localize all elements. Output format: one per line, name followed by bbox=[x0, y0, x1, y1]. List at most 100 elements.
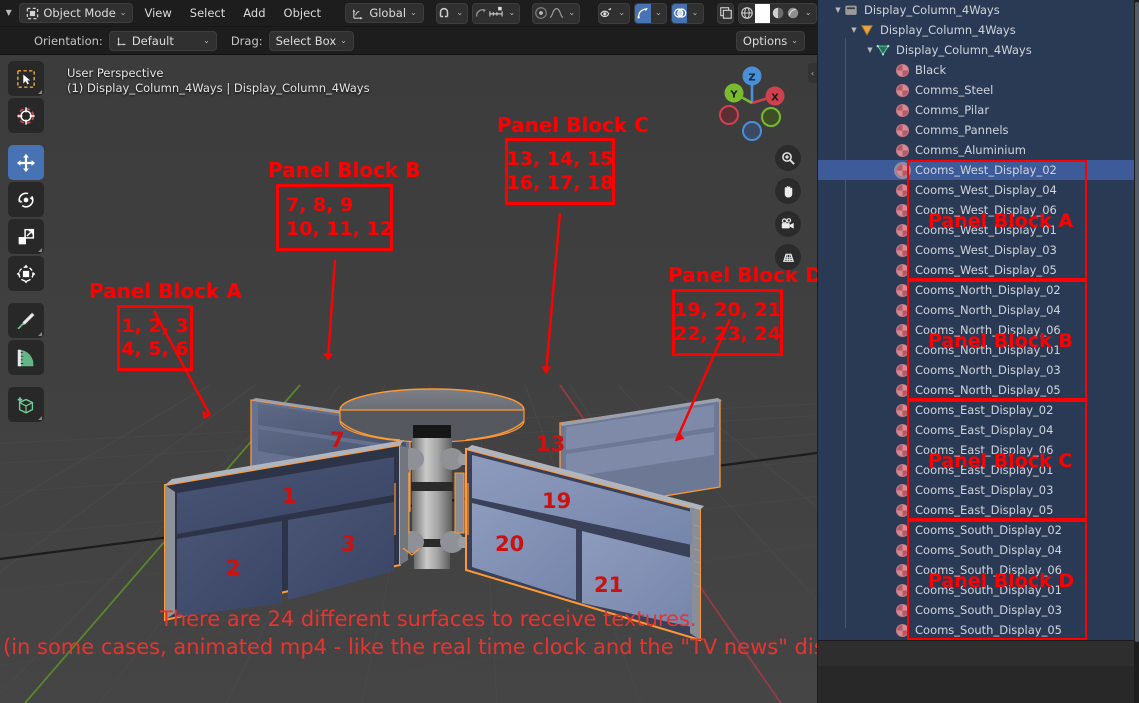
menu-object[interactable]: Object bbox=[277, 4, 328, 22]
outliner-material-2[interactable]: Comms_Pilar bbox=[818, 100, 1134, 120]
menu-select[interactable]: Select bbox=[183, 4, 232, 22]
snap-with-group[interactable]: ⌄ bbox=[472, 2, 521, 24]
outliner-panel[interactable]: ▼ Display_Column_4Ways ▼ Display_Column_4Wa… bbox=[818, 0, 1139, 703]
outliner-material-15[interactable]: Cooms_North_Display_03 bbox=[818, 360, 1134, 380]
object-mode-dropdown[interactable]: Object Mode ⌄ bbox=[19, 3, 134, 23]
display-column-model[interactable] bbox=[0, 55, 817, 703]
outliner-material-20[interactable]: Cooms_East_Display_01 bbox=[818, 460, 1134, 480]
navigation-gizmo[interactable]: Y X Z bbox=[709, 60, 795, 146]
shading-chevron-icon[interactable]: ⌄ bbox=[801, 4, 816, 23]
rotate-tool[interactable] bbox=[8, 182, 44, 217]
outliner-material-6[interactable]: Cooms_West_Display_04 bbox=[818, 180, 1134, 200]
overlays-icon[interactable] bbox=[671, 3, 688, 23]
outliner-object[interactable]: ▼ Display_Column_4Ways bbox=[818, 20, 1134, 40]
gizmo-group[interactable]: ⌄ bbox=[634, 2, 667, 24]
sidebar-collapse-arrow-icon[interactable]: ‹ bbox=[808, 63, 817, 83]
snap-group[interactable]: ⌄ bbox=[435, 2, 469, 24]
editor-type-icon[interactable]: ▼ bbox=[2, 3, 15, 23]
outliner-material-23[interactable]: Cooms_South_Display_02 bbox=[818, 520, 1134, 540]
visibility-group[interactable]: ⌄ bbox=[597, 2, 631, 24]
outliner-material-4[interactable]: Comms_Aluminium bbox=[818, 140, 1134, 160]
overlays-chevron-icon[interactable]: ⌄ bbox=[687, 4, 702, 23]
disclosure-triangle-icon[interactable]: ▼ bbox=[864, 46, 876, 54]
outliner-material-12[interactable]: Cooms_North_Display_04 bbox=[818, 300, 1134, 320]
annotate-tool[interactable] bbox=[8, 303, 44, 338]
outliner-mesh[interactable]: ▼ Display_Column_4Ways bbox=[818, 40, 1134, 60]
transform-orientation-dropdown[interactable]: Global ⌄ bbox=[345, 3, 424, 23]
outliner-material-8[interactable]: Cooms_West_Display_01 bbox=[818, 220, 1134, 240]
outliner-material-21[interactable]: Cooms_East_Display_03 bbox=[818, 480, 1134, 500]
outliner-bottom-strip bbox=[818, 640, 1139, 666]
outliner-material-18[interactable]: Cooms_East_Display_04 bbox=[818, 420, 1134, 440]
viewport-3d[interactable]: 1 2 3 7 13 19 20 21 Panel Block A 1, 2, … bbox=[0, 55, 817, 703]
outliner-scene-collection[interactable]: ▼ Display_Column_4Ways bbox=[818, 0, 1134, 20]
outliner-material-17[interactable]: Cooms_East_Display_02 bbox=[818, 400, 1134, 420]
measure-tool[interactable] bbox=[8, 340, 44, 375]
shading-wireframe-icon[interactable] bbox=[739, 4, 754, 23]
outliner-material-9[interactable]: Cooms_West_Display_03 bbox=[818, 240, 1134, 260]
zoom-icon[interactable] bbox=[775, 145, 801, 171]
snap-magnet-icon[interactable] bbox=[437, 4, 452, 23]
scale-tool[interactable] bbox=[8, 219, 44, 254]
shading-solid-icon[interactable] bbox=[754, 3, 770, 23]
outliner-material-22[interactable]: Cooms_East_Display_05 bbox=[818, 500, 1134, 520]
gizmo-icon[interactable] bbox=[635, 3, 651, 23]
orientation-dropdown[interactable]: Default ⌄ bbox=[108, 30, 217, 51]
gizmo-chevron-icon[interactable]: ⌄ bbox=[651, 4, 666, 23]
outliner-material-5[interactable]: Cooms_West_Display_02 bbox=[818, 160, 1134, 180]
snap-with-chevron-icon[interactable]: ⌄ bbox=[504, 4, 519, 23]
outliner-material-14[interactable]: Cooms_North_Display_01 bbox=[818, 340, 1134, 360]
cursor-tool[interactable] bbox=[8, 98, 44, 133]
perspective-toggle-icon[interactable] bbox=[775, 244, 801, 270]
outliner-material-26[interactable]: Cooms_South_Display_01 bbox=[818, 580, 1134, 600]
move-tool[interactable] bbox=[8, 145, 44, 180]
viewport-toolbar[interactable] bbox=[8, 61, 44, 422]
material-icon bbox=[896, 603, 909, 617]
proportional-edit-icon[interactable] bbox=[533, 4, 548, 23]
shading-material-icon[interactable] bbox=[770, 4, 785, 23]
camera-view-icon[interactable] bbox=[775, 211, 801, 237]
outliner-material-11[interactable]: Cooms_North_Display_02 bbox=[818, 280, 1134, 300]
drag-dropdown[interactable]: Select Box ⌄ bbox=[268, 30, 354, 51]
outliner-scrollbar[interactable] bbox=[1134, 0, 1139, 703]
snap-chevron-down-icon[interactable]: ⌄ bbox=[452, 4, 467, 23]
add-cube-tool[interactable] bbox=[8, 387, 44, 422]
outliner-material-27[interactable]: Cooms_South_Display_03 bbox=[818, 600, 1134, 620]
outliner-material-13[interactable]: Cooms_North_Display_06 bbox=[818, 320, 1134, 340]
options-dropdown[interactable]: Options ⌄ bbox=[735, 30, 805, 51]
disclosure-triangle-icon[interactable]: ▼ bbox=[832, 6, 844, 14]
outliner-material-10-label: Cooms_West_Display_05 bbox=[915, 263, 1057, 277]
outliner-material-25[interactable]: Cooms_South_Display_06 bbox=[818, 560, 1134, 580]
outliner-material-24[interactable]: Cooms_South_Display_04 bbox=[818, 540, 1134, 560]
outliner-rows[interactable]: ▼ Display_Column_4Ways ▼ Display_Column_4Wa… bbox=[818, 0, 1134, 640]
outliner-material-1[interactable]: Comms_Steel bbox=[818, 80, 1134, 100]
transform-tool[interactable] bbox=[8, 256, 44, 291]
xray-icon[interactable] bbox=[718, 4, 733, 23]
xray-group[interactable] bbox=[716, 2, 735, 24]
visibility-icon[interactable] bbox=[599, 4, 614, 23]
outliner-material-10[interactable]: Cooms_West_Display_05 bbox=[818, 260, 1134, 280]
menu-view[interactable]: View bbox=[137, 4, 178, 22]
tweak-select-tool[interactable] bbox=[8, 61, 44, 96]
viewport-nav-buttons[interactable] bbox=[775, 145, 801, 270]
snap-rotation-icon[interactable] bbox=[473, 4, 488, 23]
proportional-chevron-icon[interactable]: ⌄ bbox=[564, 4, 579, 23]
visibility-chevron-icon[interactable]: ⌄ bbox=[614, 4, 629, 23]
outliner-material-7[interactable]: Cooms_West_Display_06 bbox=[818, 200, 1134, 220]
shading-rendered-icon[interactable] bbox=[785, 4, 800, 23]
outliner-material-16[interactable]: Cooms_North_Display_05 bbox=[818, 380, 1134, 400]
outliner-material-19[interactable]: Cooms_East_Display_06 bbox=[818, 440, 1134, 460]
pan-hand-icon[interactable] bbox=[775, 178, 801, 204]
proportional-falloff-icon[interactable] bbox=[549, 4, 564, 23]
panel-number-13: 13 bbox=[536, 432, 566, 456]
outliner-material-3[interactable]: Comms_Pannels bbox=[818, 120, 1134, 140]
shading-group[interactable]: ⌄ bbox=[738, 2, 817, 24]
outliner-material-28[interactable]: Cooms_South_Display_05 bbox=[818, 620, 1134, 640]
disclosure-triangle-icon[interactable]: ▼ bbox=[848, 26, 860, 34]
proportional-edit-group[interactable]: ⌄ bbox=[532, 2, 581, 24]
menu-add[interactable]: Add bbox=[236, 4, 272, 22]
snap-increment-icon[interactable] bbox=[488, 4, 504, 23]
mesh-data-icon bbox=[876, 44, 890, 56]
overlays-group[interactable]: ⌄ bbox=[670, 2, 704, 24]
outliner-material-0[interactable]: Black bbox=[818, 60, 1134, 80]
